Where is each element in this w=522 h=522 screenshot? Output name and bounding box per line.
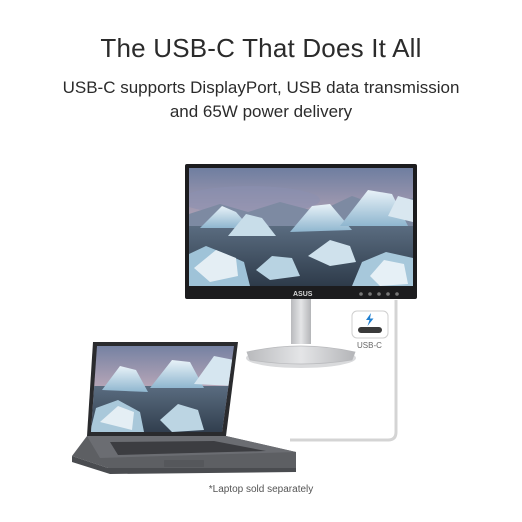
usb-c-port-label: USB-C: [357, 341, 382, 350]
monitor-screen: [189, 168, 413, 286]
laptop-touchpad: [164, 460, 204, 467]
svg-text:ASUS: ASUS: [293, 291, 313, 298]
monitor-stand: [246, 298, 356, 368]
laptop-screen: [91, 346, 234, 432]
product-illustration: ASUS: [72, 164, 417, 474]
monitor: ASUS: [185, 164, 417, 299]
footnote: *Laptop sold separately: [208, 484, 314, 495]
asus-logo: ASUS: [293, 291, 313, 298]
usb-c-port-callout: [351, 310, 389, 339]
